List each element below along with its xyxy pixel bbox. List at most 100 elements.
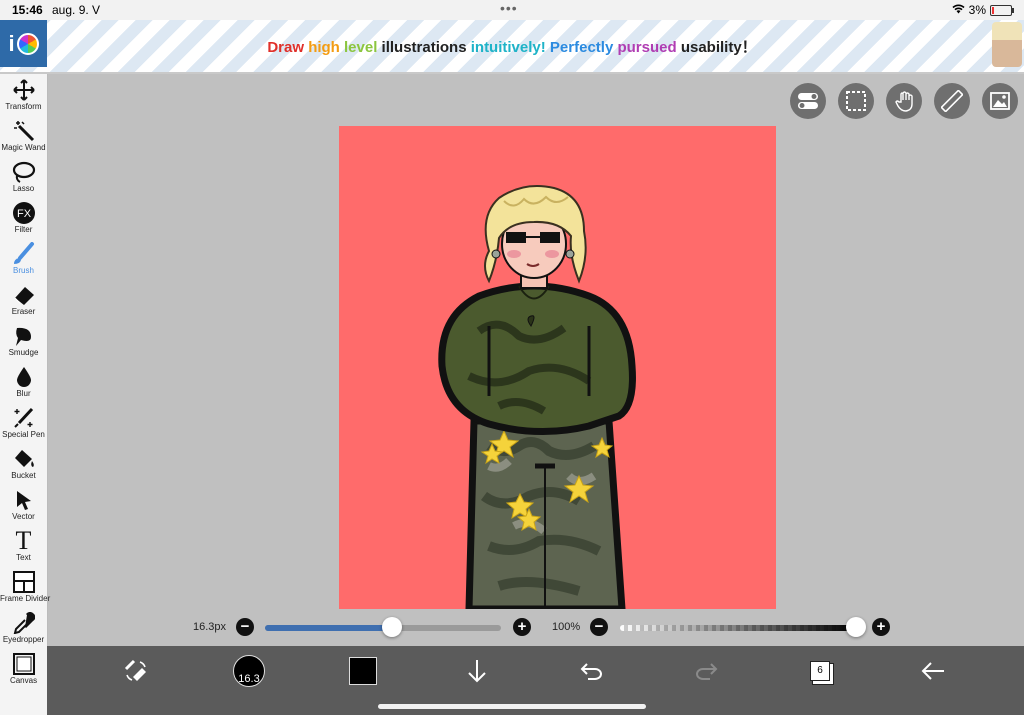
tool-transform[interactable]: Transform <box>0 78 47 119</box>
banner-text-part: intuitively! <box>470 39 550 56</box>
tool-label: Special Pen <box>2 430 45 439</box>
tool-label: Bucket <box>11 471 36 480</box>
tool-label: Brush <box>13 266 34 275</box>
eraser-icon <box>0 283 47 307</box>
vector-icon <box>0 488 47 512</box>
hand-button[interactable] <box>886 83 922 119</box>
tool-brush[interactable]: Brush <box>0 242 47 283</box>
tool-smudge[interactable]: Smudge <box>0 324 47 365</box>
arrow-down-icon <box>468 660 486 683</box>
banner-text-part: high <box>308 39 345 56</box>
opacity-decrease-button[interactable]: − <box>590 618 608 636</box>
back-button[interactable] <box>919 656 947 686</box>
status-right: 3% <box>952 3 1014 17</box>
drawing-canvas[interactable] <box>339 126 776 609</box>
fx-icon: FX <box>0 201 47 225</box>
magic-wand-icon <box>0 119 47 143</box>
brush-size-knob[interactable] <box>382 617 403 637</box>
ruler-icon <box>941 90 963 112</box>
redo-button[interactable] <box>693 656 719 686</box>
banner-text-part: illustrations <box>381 39 471 56</box>
special-pen-icon <box>0 406 47 430</box>
text-icon: T <box>15 526 32 555</box>
brush-settings-bar: 16.3px − + 100% − + <box>0 616 1024 640</box>
arrow-left-icon <box>921 662 944 680</box>
wifi-icon <box>952 3 965 17</box>
lasso-icon <box>0 160 47 184</box>
battery-percent: 3% <box>968 3 986 17</box>
material-button[interactable] <box>982 83 1018 119</box>
quick-switch-button[interactable] <box>121 656 151 686</box>
undo-icon <box>580 663 602 680</box>
opacity-knob[interactable] <box>846 617 866 637</box>
tool-lasso[interactable]: Lasso <box>0 160 47 201</box>
tool-label: Lasso <box>12 184 35 193</box>
brush-size-value: 16.3px <box>193 621 227 633</box>
tool-canvas[interactable]: Canvas <box>0 652 47 693</box>
tool-label: Filter <box>14 225 33 234</box>
banner-text-part: usability！ <box>680 39 757 56</box>
tool-special-pen[interactable]: Special Pen <box>0 406 47 447</box>
canvas-icon <box>0 652 47 676</box>
tool-blur[interactable]: Blur <box>0 365 47 406</box>
tool-vector[interactable]: Vector <box>0 488 47 529</box>
brush-icon <box>0 242 47 266</box>
opacity-increase-button[interactable]: + <box>872 618 890 636</box>
image-icon <box>990 92 1010 110</box>
tool-label: Magic Wand <box>1 143 46 152</box>
brush-size-preview: 16.3 <box>233 655 265 687</box>
tool-text[interactable]: T Text <box>0 526 47 570</box>
tool-label: Transform <box>5 102 42 111</box>
size-increase-button[interactable]: + <box>513 618 531 636</box>
hand-pointer-icon <box>895 91 913 112</box>
banner-text-part: Draw <box>267 39 309 56</box>
blur-icon <box>0 365 47 389</box>
status-bar: 15:46 aug. 9. V ••• 3% <box>0 0 1024 20</box>
tool-frame-divider[interactable]: Frame Divider <box>0 570 51 611</box>
toggle-settings-button[interactable] <box>790 83 826 119</box>
save-down-button[interactable] <box>465 656 489 686</box>
character-illustration <box>438 185 636 609</box>
redo-icon <box>696 663 718 680</box>
home-indicator[interactable] <box>378 704 646 709</box>
tool-label: Blur <box>16 389 31 398</box>
multitask-dots-icon[interactable]: ••• <box>500 0 518 16</box>
transform-icon <box>0 78 47 102</box>
banner-text-part: level <box>344 39 382 56</box>
tool-label: Frame Divider <box>0 594 51 603</box>
current-color-swatch <box>349 657 377 685</box>
color-button[interactable] <box>349 656 377 686</box>
smudge-icon <box>0 324 47 348</box>
ruler-button[interactable] <box>934 83 970 119</box>
frame-divider-icon <box>0 570 47 594</box>
tool-bucket[interactable]: Bucket <box>0 447 47 488</box>
banner-text-part: pursued <box>617 39 681 56</box>
selection-button[interactable] <box>838 83 874 119</box>
status-date: aug. 9. V <box>52 3 101 17</box>
banner-avatar[interactable] <box>992 22 1022 67</box>
tool-filter[interactable]: FX Filter <box>0 201 47 242</box>
tool-label: Text <box>16 553 31 562</box>
tool-label: Smudge <box>8 348 39 357</box>
layer-count: 6 <box>810 661 830 681</box>
tool-label: Canvas <box>9 676 38 685</box>
bucket-icon <box>0 447 47 471</box>
opacity-value: 100% <box>552 621 581 633</box>
brush-eraser-swap-icon <box>124 659 146 681</box>
tool-eraser[interactable]: Eraser <box>0 283 47 324</box>
dashed-selection-icon <box>846 91 866 111</box>
status-time: 15:46 <box>12 3 43 17</box>
size-decrease-button[interactable]: − <box>236 618 254 636</box>
tool-label: Vector <box>12 512 35 521</box>
banner-text[interactable]: Draw high level illustrations intuitivel… <box>0 36 1024 57</box>
tool-magic-wand[interactable]: Magic Wand <box>0 119 47 160</box>
layers-button[interactable]: 6 <box>807 656 833 686</box>
brush-size-fill <box>265 625 393 631</box>
banner-text-part: Perfectly <box>549 39 618 56</box>
undo-button[interactable] <box>579 656 605 686</box>
toggle-icon <box>798 93 818 109</box>
svg-text:FX: FX <box>16 208 31 220</box>
brush-size-button[interactable]: 16.3 <box>233 655 265 687</box>
opacity-slider[interactable] <box>620 625 856 631</box>
tool-label: Eraser <box>11 307 36 316</box>
